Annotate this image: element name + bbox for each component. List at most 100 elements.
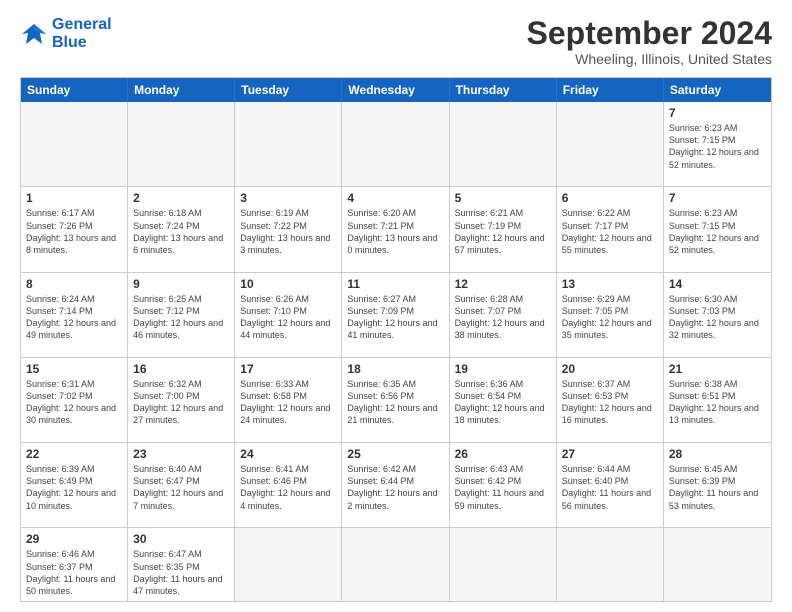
- sunset-label: Sunset: 7:05 PM: [562, 306, 629, 316]
- calendar-cell: 9 Sunrise: 6:25 AM Sunset: 7:12 PM Dayli…: [128, 273, 235, 357]
- daylight-label: Daylight: 11 hours and 47 minutes.: [133, 574, 222, 596]
- daylight-label: Daylight: 11 hours and 53 minutes.: [669, 488, 758, 510]
- daylight-label: Daylight: 12 hours and 46 minutes.: [133, 318, 223, 340]
- calendar-cell: 15 Sunrise: 6:31 AM Sunset: 7:02 PM Dayl…: [21, 358, 128, 442]
- daylight-label: Daylight: 12 hours and 13 minutes.: [669, 403, 759, 425]
- header-thursday: Thursday: [450, 78, 557, 102]
- calendar-cell: 5 Sunrise: 6:21 AM Sunset: 7:19 PM Dayli…: [450, 187, 557, 271]
- day-number: 17: [240, 362, 336, 376]
- title-block: September 2024 Wheeling, Illinois, Unite…: [527, 16, 772, 67]
- day-number: 22: [26, 447, 122, 461]
- day-info: Sunrise: 6:31 AM Sunset: 7:02 PM Dayligh…: [26, 378, 122, 427]
- daylight-label: Daylight: 12 hours and 18 minutes.: [455, 403, 545, 425]
- month-title: September 2024: [527, 16, 772, 51]
- sunset-label: Sunset: 7:24 PM: [133, 221, 200, 231]
- sunrise-label: Sunrise: 6:36 AM: [455, 379, 524, 389]
- page: General Blue September 2024 Wheeling, Il…: [0, 0, 792, 612]
- sunset-label: Sunset: 6:53 PM: [562, 391, 629, 401]
- calendar-week-1: 1 Sunrise: 6:17 AM Sunset: 7:26 PM Dayli…: [21, 187, 771, 272]
- header-tuesday: Tuesday: [235, 78, 342, 102]
- sunrise-label: Sunrise: 6:47 AM: [133, 549, 202, 559]
- day-number: 2: [133, 191, 229, 205]
- sunrise-label: Sunrise: 6:17 AM: [26, 208, 95, 218]
- calendar-cell: 28 Sunrise: 6:45 AM Sunset: 6:39 PM Dayl…: [664, 443, 771, 527]
- calendar-cell: 11 Sunrise: 6:27 AM Sunset: 7:09 PM Dayl…: [342, 273, 449, 357]
- calendar-week-3: 15 Sunrise: 6:31 AM Sunset: 7:02 PM Dayl…: [21, 358, 771, 443]
- calendar-cell: 30 Sunrise: 6:47 AM Sunset: 6:35 PM Dayl…: [128, 528, 235, 601]
- sunset-label: Sunset: 7:02 PM: [26, 391, 93, 401]
- daylight-label: Daylight: 12 hours and 24 minutes.: [240, 403, 330, 425]
- sunset-label: Sunset: 6:37 PM: [26, 562, 93, 572]
- sunrise-label: Sunrise: 6:26 AM: [240, 294, 309, 304]
- calendar-cell: 20 Sunrise: 6:37 AM Sunset: 6:53 PM Dayl…: [557, 358, 664, 442]
- calendar-cell: 26 Sunrise: 6:43 AM Sunset: 6:42 PM Dayl…: [450, 443, 557, 527]
- sunrise-label: Sunrise: 6:39 AM: [26, 464, 95, 474]
- sunset-label: Sunset: 7:15 PM: [669, 135, 736, 145]
- day-number: 30: [133, 532, 229, 546]
- sunset-label: Sunset: 6:51 PM: [669, 391, 736, 401]
- day-number: 27: [562, 447, 658, 461]
- calendar-week-4: 22 Sunrise: 6:39 AM Sunset: 6:49 PM Dayl…: [21, 443, 771, 528]
- day-number: 7: [669, 106, 766, 120]
- sunrise-label: Sunrise: 6:27 AM: [347, 294, 416, 304]
- day-number: 18: [347, 362, 443, 376]
- sunrise-label: Sunrise: 6:18 AM: [133, 208, 202, 218]
- sunrise-label: Sunrise: 6:44 AM: [562, 464, 631, 474]
- day-number: 28: [669, 447, 766, 461]
- daylight-label: Daylight: 12 hours and 10 minutes.: [26, 488, 116, 510]
- day-number: 21: [669, 362, 766, 376]
- day-number: 11: [347, 277, 443, 291]
- day-number: 19: [455, 362, 551, 376]
- sunset-label: Sunset: 6:47 PM: [133, 476, 200, 486]
- calendar-cell: [21, 102, 128, 186]
- day-number: 14: [669, 277, 766, 291]
- sunrise-label: Sunrise: 6:20 AM: [347, 208, 416, 218]
- calendar-cell: 7 Sunrise: 6:23 AM Sunset: 7:15 PM Dayli…: [664, 102, 771, 186]
- sunrise-label: Sunrise: 6:35 AM: [347, 379, 416, 389]
- calendar-cell: 27 Sunrise: 6:44 AM Sunset: 6:40 PM Dayl…: [557, 443, 664, 527]
- day-number: 20: [562, 362, 658, 376]
- sunrise-label: Sunrise: 6:42 AM: [347, 464, 416, 474]
- day-info: Sunrise: 6:23 AM Sunset: 7:15 PM Dayligh…: [669, 207, 766, 256]
- day-number: 6: [562, 191, 658, 205]
- sunrise-label: Sunrise: 6:45 AM: [669, 464, 738, 474]
- day-info: Sunrise: 6:36 AM Sunset: 6:54 PM Dayligh…: [455, 378, 551, 427]
- sunset-label: Sunset: 6:39 PM: [669, 476, 736, 486]
- calendar-cell: 25 Sunrise: 6:42 AM Sunset: 6:44 PM Dayl…: [342, 443, 449, 527]
- calendar-cell: 12 Sunrise: 6:28 AM Sunset: 7:07 PM Dayl…: [450, 273, 557, 357]
- sunrise-label: Sunrise: 6:22 AM: [562, 208, 631, 218]
- sunrise-label: Sunrise: 6:31 AM: [26, 379, 95, 389]
- sunset-label: Sunset: 7:17 PM: [562, 221, 629, 231]
- calendar-week-5: 29 Sunrise: 6:46 AM Sunset: 6:37 PM Dayl…: [21, 528, 771, 601]
- calendar-cell: 7 Sunrise: 6:23 AM Sunset: 7:15 PM Dayli…: [664, 187, 771, 271]
- sunrise-label: Sunrise: 6:25 AM: [133, 294, 202, 304]
- logo: General Blue: [20, 16, 112, 51]
- day-info: Sunrise: 6:20 AM Sunset: 7:21 PM Dayligh…: [347, 207, 443, 256]
- sunset-label: Sunset: 7:14 PM: [26, 306, 93, 316]
- calendar-cell: 1 Sunrise: 6:17 AM Sunset: 7:26 PM Dayli…: [21, 187, 128, 271]
- sunrise-label: Sunrise: 6:30 AM: [669, 294, 738, 304]
- sunset-label: Sunset: 6:58 PM: [240, 391, 307, 401]
- day-number: 25: [347, 447, 443, 461]
- day-number: 15: [26, 362, 122, 376]
- day-number: 16: [133, 362, 229, 376]
- day-number: 26: [455, 447, 551, 461]
- calendar-body: 7 Sunrise: 6:23 AM Sunset: 7:15 PM Dayli…: [21, 102, 771, 601]
- logo-text: General Blue: [52, 16, 112, 51]
- day-number: 12: [455, 277, 551, 291]
- daylight-label: Daylight: 12 hours and 44 minutes.: [240, 318, 330, 340]
- calendar-cell: 17 Sunrise: 6:33 AM Sunset: 6:58 PM Dayl…: [235, 358, 342, 442]
- day-number: 23: [133, 447, 229, 461]
- day-info: Sunrise: 6:27 AM Sunset: 7:09 PM Dayligh…: [347, 293, 443, 342]
- calendar-cell: 21 Sunrise: 6:38 AM Sunset: 6:51 PM Dayl…: [664, 358, 771, 442]
- calendar-cell: 8 Sunrise: 6:24 AM Sunset: 7:14 PM Dayli…: [21, 273, 128, 357]
- sunset-label: Sunset: 6:44 PM: [347, 476, 414, 486]
- daylight-label: Daylight: 12 hours and 35 minutes.: [562, 318, 652, 340]
- day-info: Sunrise: 6:30 AM Sunset: 7:03 PM Dayligh…: [669, 293, 766, 342]
- daylight-label: Daylight: 12 hours and 52 minutes.: [669, 147, 759, 169]
- calendar-cell: [235, 528, 342, 601]
- sunset-label: Sunset: 6:40 PM: [562, 476, 629, 486]
- day-info: Sunrise: 6:39 AM Sunset: 6:49 PM Dayligh…: [26, 463, 122, 512]
- day-info: Sunrise: 6:40 AM Sunset: 6:47 PM Dayligh…: [133, 463, 229, 512]
- header-monday: Monday: [128, 78, 235, 102]
